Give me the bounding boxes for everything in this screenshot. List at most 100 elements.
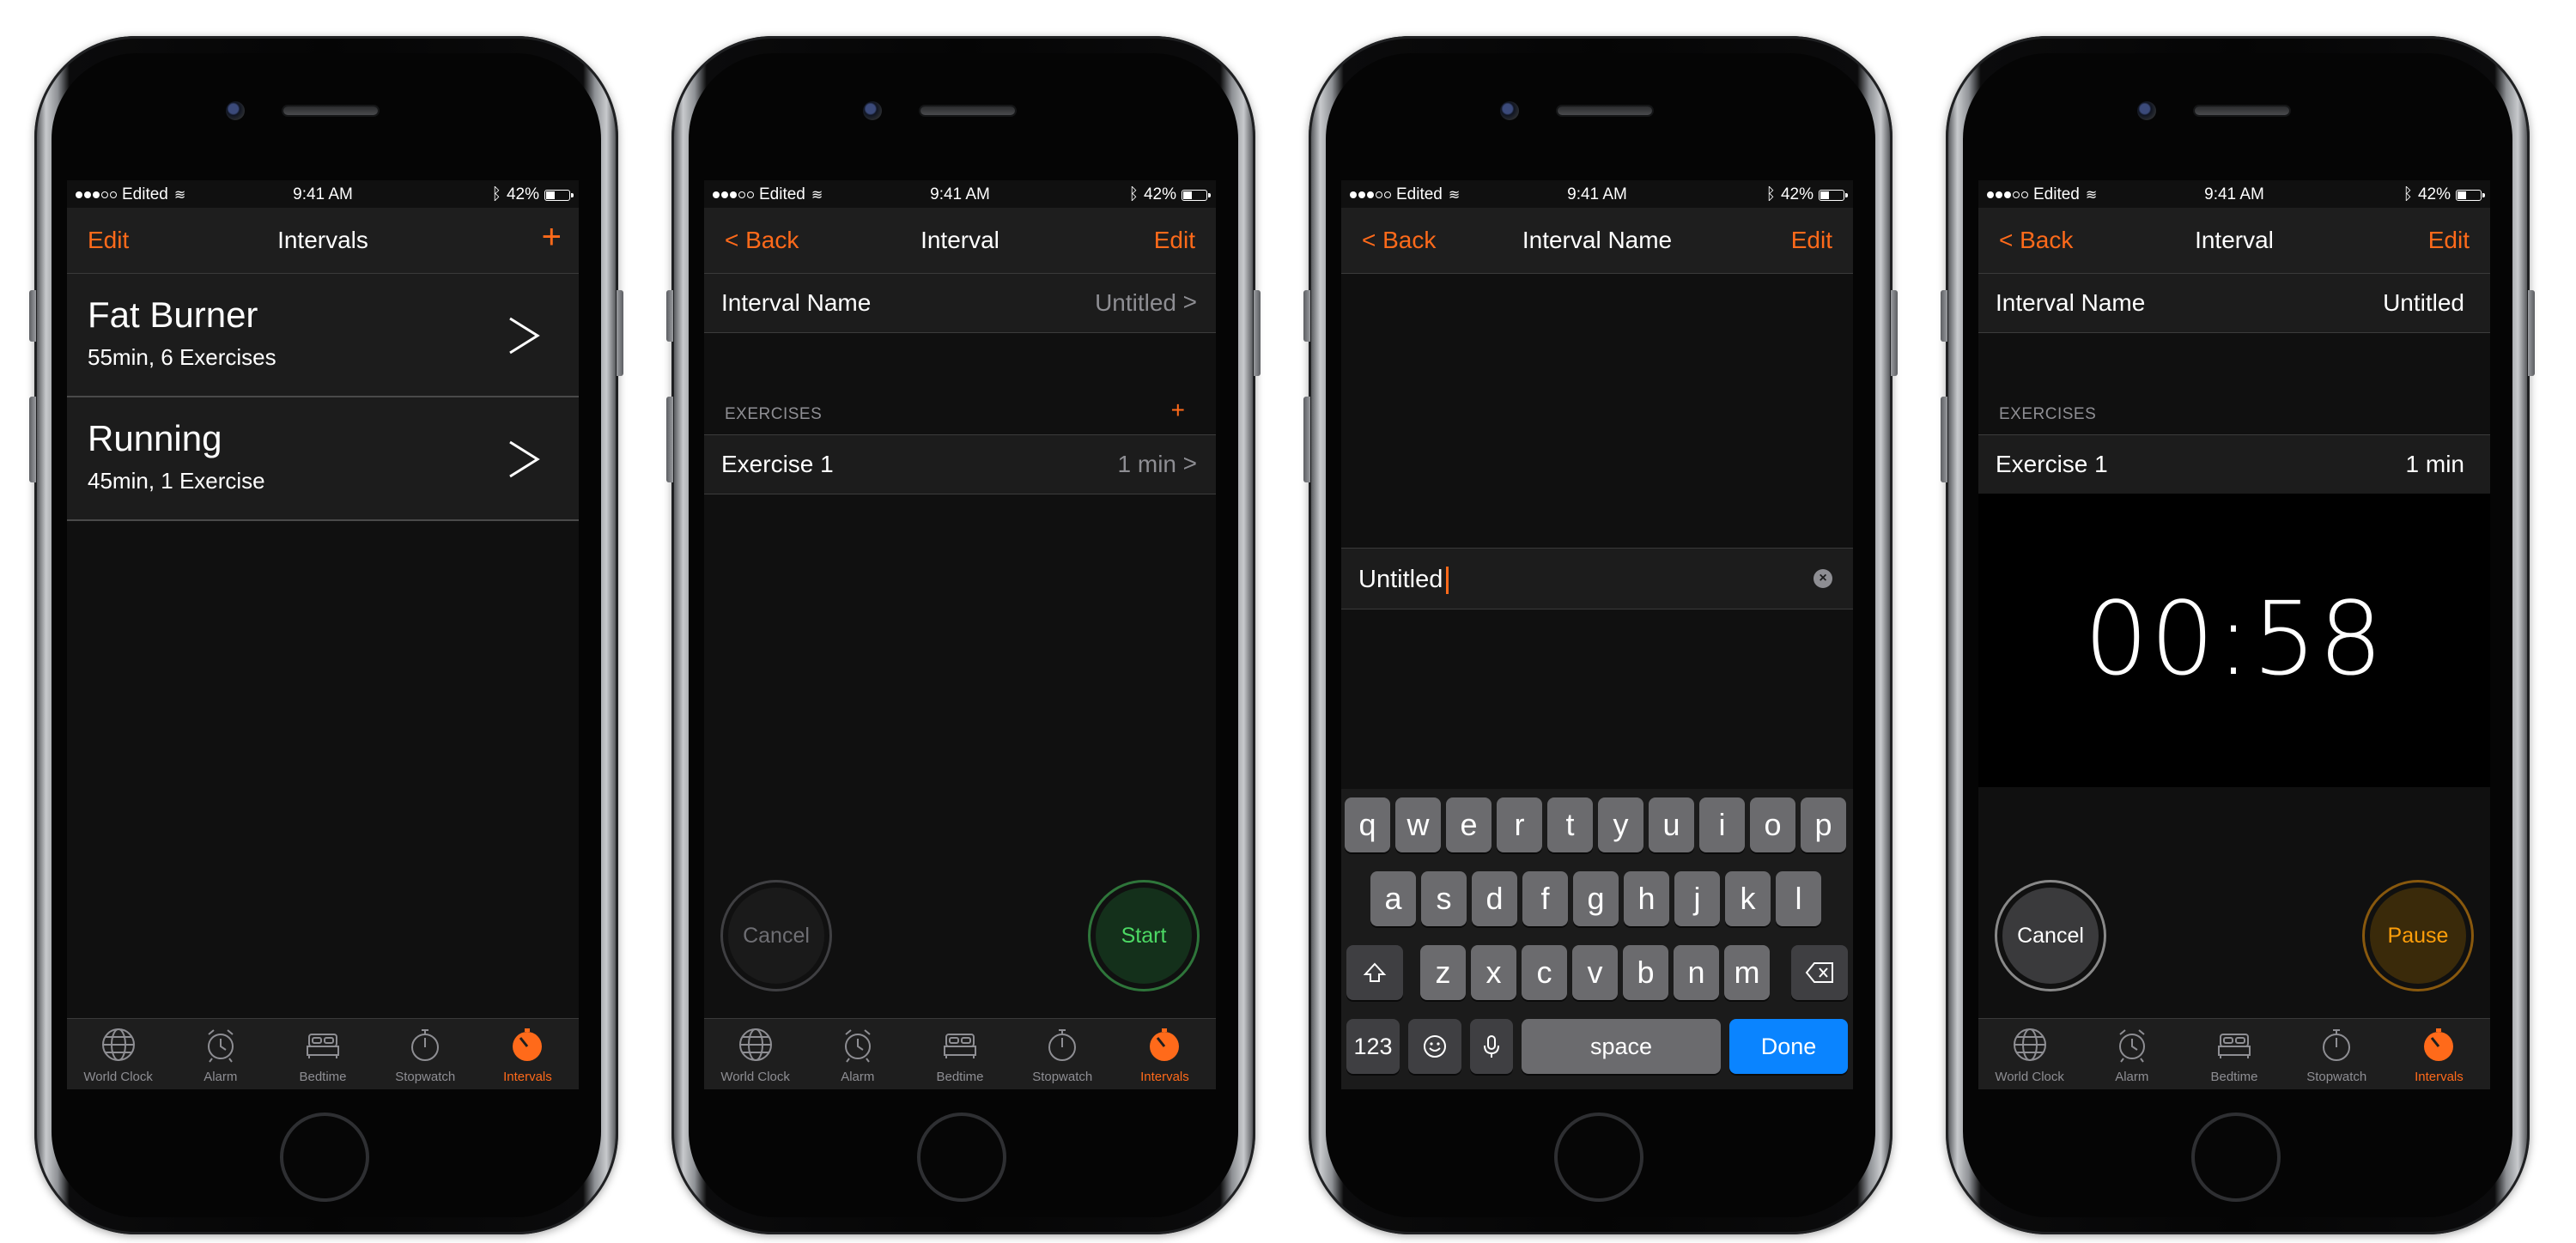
home-button[interactable]	[2191, 1113, 2281, 1202]
tab-bedtime[interactable]: Bedtime	[2183, 1019, 2285, 1089]
cancel-button[interactable]: Cancel	[1995, 880, 2106, 991]
status-bar: Edited ≋ 9:41 AM ᛒ 42%	[67, 180, 579, 208]
key-j[interactable]: j	[1674, 871, 1720, 926]
countdown-display: 00:58	[1978, 494, 2490, 787]
tab-intervals[interactable]: Intervals	[2388, 1019, 2490, 1089]
key-c[interactable]: c	[1522, 945, 1567, 1000]
earpiece-speaker	[1558, 106, 1652, 115]
alarm-clock-icon	[202, 1026, 240, 1064]
numbers-key[interactable]: 123	[1346, 1019, 1400, 1074]
tab-intervals[interactable]: Intervals	[1114, 1019, 1216, 1089]
delete-key[interactable]	[1791, 945, 1848, 1000]
tab-stopwatch[interactable]: Stopwatch	[1012, 1019, 1114, 1089]
key-b[interactable]: b	[1623, 945, 1668, 1000]
interval-name-row[interactable]: Interval Name Untitled >	[704, 274, 1216, 333]
front-camera	[863, 101, 882, 120]
exercise-row[interactable]: Exercise 1 1 min	[1978, 434, 2490, 494]
key-a[interactable]: a	[1370, 871, 1416, 926]
key-z[interactable]: z	[1420, 945, 1466, 1000]
clear-text-icon[interactable]: ×	[1814, 569, 1832, 588]
key-p[interactable]: p	[1801, 797, 1846, 852]
status-bar: Edited ≋ 9:41 AM ᛒ 42%	[1978, 180, 2490, 208]
key-o[interactable]: o	[1750, 797, 1795, 852]
key-h[interactable]: h	[1624, 871, 1669, 926]
key-t[interactable]: t	[1547, 797, 1593, 852]
key-f[interactable]: f	[1522, 871, 1568, 926]
key-e[interactable]: e	[1446, 797, 1492, 852]
home-button[interactable]	[1554, 1113, 1643, 1202]
interval-name-row[interactable]: Interval Name Untitled	[1978, 274, 2490, 333]
key-m[interactable]: m	[1724, 945, 1770, 1000]
key-l[interactable]: l	[1776, 871, 1821, 926]
tab-bar: World Clock Alarm Bedtime Stopwatch Inte…	[704, 1018, 1216, 1089]
alarm-clock-icon	[839, 1026, 877, 1064]
battery-icon	[544, 189, 574, 201]
key-n[interactable]: n	[1674, 945, 1719, 1000]
add-interval-button[interactable]: +	[542, 220, 562, 254]
key-k[interactable]: k	[1725, 871, 1771, 926]
globe-icon	[737, 1026, 775, 1064]
key-q[interactable]: q	[1345, 797, 1390, 852]
chevron-right-icon	[509, 317, 540, 355]
start-button[interactable]: Start	[1088, 880, 1200, 991]
interval-running-screen: Edited ≋ 9:41 AM ᛒ 42% < Back Interval Edi…	[1978, 180, 2490, 1089]
tab-alarm[interactable]: Alarm	[2081, 1019, 2183, 1089]
key-s[interactable]: s	[1421, 871, 1467, 926]
battery-icon	[1819, 189, 1848, 201]
emoji-icon	[1424, 1035, 1446, 1058]
intervals-list-screen: Edited ≋ 9:41 AM ᛒ 42% Edit Intervals + Fa…	[67, 180, 579, 1089]
globe-icon	[2011, 1026, 2049, 1064]
cancel-button[interactable]: Cancel	[720, 880, 832, 991]
keyboard-row-4: 123 space Done	[1341, 1019, 1853, 1074]
key-y[interactable]: y	[1598, 797, 1643, 852]
space-key[interactable]: space	[1522, 1019, 1721, 1074]
tab-alarm[interactable]: Alarm	[169, 1019, 271, 1089]
tab-stopwatch[interactable]: Stopwatch	[2286, 1019, 2388, 1089]
edit-button[interactable]: Edit	[1791, 227, 1832, 254]
bluetooth-icon: ᛒ	[2403, 185, 2413, 203]
tab-bedtime[interactable]: Bedtime	[908, 1019, 1011, 1089]
interval-name-value: Untitled	[2383, 289, 2464, 316]
keyboard-row-1: qwertyuiop	[1341, 797, 1853, 852]
tab-world-clock[interactable]: World Clock	[704, 1019, 806, 1089]
emoji-key[interactable]	[1408, 1019, 1461, 1074]
interval-row[interactable]: Running 45min, 1 Exercise	[67, 397, 579, 521]
shift-key[interactable]	[1346, 945, 1403, 1000]
key-i[interactable]: i	[1699, 797, 1745, 852]
dictation-key[interactable]	[1470, 1019, 1513, 1074]
interval-name-label: Interval Name	[1996, 289, 2146, 316]
add-exercise-button[interactable]: +	[1171, 397, 1185, 424]
tab-alarm[interactable]: Alarm	[806, 1019, 908, 1089]
key-v[interactable]: v	[1572, 945, 1618, 1000]
key-r[interactable]: r	[1497, 797, 1542, 852]
edit-button[interactable]: Edit	[1154, 227, 1195, 254]
home-button[interactable]	[917, 1113, 1006, 1202]
key-d[interactable]: d	[1472, 871, 1517, 926]
key-w[interactable]: w	[1395, 797, 1441, 852]
edit-button[interactable]: Edit	[2428, 227, 2470, 254]
keyboard-row-3: zxcvbnm	[1341, 945, 1853, 1000]
battery-percent: 42%	[506, 185, 539, 203]
keyboard-row-2: asdfghjkl	[1341, 871, 1853, 926]
exercises-section-header: EXERCISES	[1999, 405, 2097, 423]
chevron-right-icon: >	[1182, 450, 1197, 476]
interval-name-field[interactable]: Untitled ×	[1341, 548, 1853, 609]
intervals-timer-icon	[1145, 1026, 1183, 1064]
earpiece-speaker	[283, 106, 378, 115]
tab-stopwatch[interactable]: Stopwatch	[374, 1019, 477, 1089]
tab-world-clock[interactable]: World Clock	[1978, 1019, 2081, 1089]
earpiece-speaker	[2195, 106, 2289, 115]
tab-world-clock[interactable]: World Clock	[67, 1019, 169, 1089]
battery-percent: 42%	[2417, 185, 2451, 203]
tab-intervals[interactable]: Intervals	[477, 1019, 579, 1089]
pause-button[interactable]: Pause	[2362, 880, 2474, 991]
done-key[interactable]: Done	[1729, 1019, 1848, 1074]
text-cursor	[1446, 567, 1449, 595]
key-x[interactable]: x	[1471, 945, 1516, 1000]
key-u[interactable]: u	[1649, 797, 1694, 852]
tab-bedtime[interactable]: Bedtime	[271, 1019, 374, 1089]
key-g[interactable]: g	[1573, 871, 1619, 926]
interval-row[interactable]: Fat Burner 55min, 6 Exercises	[67, 274, 579, 397]
home-button[interactable]	[280, 1113, 369, 1202]
exercise-row[interactable]: Exercise 1 1 min >	[704, 434, 1216, 494]
